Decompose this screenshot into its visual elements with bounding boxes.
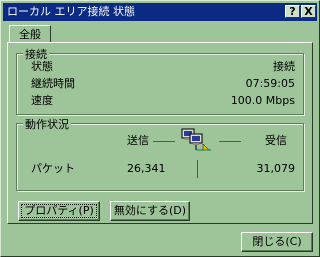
network-activity-icon	[181, 128, 215, 154]
help-button[interactable]: ?	[285, 5, 300, 18]
close-button[interactable]: 閉じる(C)	[241, 232, 313, 252]
connection-group: 接続 状態 接続 継続時間 07:59:05 速度 100.0 Mbps	[16, 46, 304, 115]
window-title: ローカル エリア接続 状態	[7, 5, 135, 18]
activity-group: 動作状況 送信 受信 パケット 26,341 31,079	[16, 116, 304, 191]
packets-sent-value: 26,341	[127, 162, 166, 175]
tab-panel: 接続 状態 接続 継続時間 07:59:05 速度 100.0 Mbps 動作状…	[7, 42, 313, 224]
tab-general[interactable]: 全般	[9, 25, 51, 43]
disable-button[interactable]: 無効にする(D)	[110, 201, 190, 221]
title-bar: ローカル エリア接続 状態	[3, 3, 317, 21]
sent-line	[153, 141, 175, 142]
received-label: 受信	[265, 134, 287, 147]
status-value: 接続	[273, 60, 295, 73]
speed-value: 100.0 Mbps	[230, 94, 295, 107]
status-label: 状態	[31, 60, 53, 73]
properties-button[interactable]: プロパティ(P)	[18, 201, 100, 221]
packets-label: パケット	[31, 162, 75, 175]
duration-label: 継続時間	[31, 77, 75, 90]
speed-label: 速度	[31, 94, 53, 107]
activity-group-label: 動作状況	[23, 116, 71, 132]
sent-label: 送信	[127, 134, 149, 147]
duration-value: 07:59:05	[245, 77, 295, 90]
dialog-window: ローカル エリア接続 状態 ? X 全般 接続 状態 接続 継続時間 07:59…	[0, 0, 320, 257]
close-x-button[interactable]: X	[301, 5, 316, 18]
activity-divider	[197, 160, 198, 178]
packets-received-value: 31,079	[256, 162, 296, 175]
received-line	[219, 141, 241, 142]
